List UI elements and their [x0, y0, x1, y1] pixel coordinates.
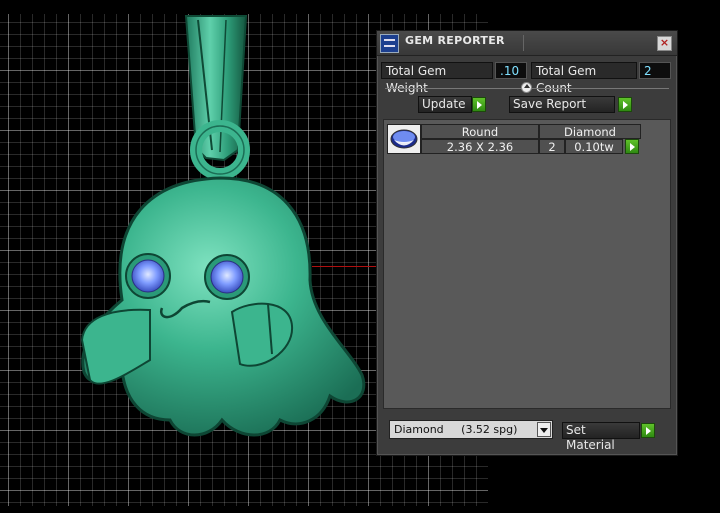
gem-reporter-panel: GEM REPORTER × Total Gem Weight .10 Tota… [376, 30, 678, 456]
chevron-down-icon[interactable] [537, 422, 551, 437]
total-gem-count-label: Total Gem Count [531, 62, 637, 95]
gem-count-cell: 2 [539, 139, 565, 154]
material-select-value: Diamond (3.52 spg) [394, 423, 518, 436]
material-select[interactable]: Diamond (3.52 spg) [389, 420, 553, 439]
set-material-button[interactable]: Set Material [562, 422, 640, 452]
gem-shape-cell: Round [421, 124, 539, 139]
save-report-button[interactable]: Save Report [509, 96, 615, 113]
gem-material-cell: Diamond [539, 124, 641, 139]
gem-size-cell: 2.36 X 2.36 [421, 139, 539, 154]
gem-reporter-icon [380, 34, 399, 53]
update-button[interactable]: Update [418, 96, 472, 113]
panel-slider-thumb[interactable] [521, 82, 532, 93]
round-gem-thumbnail-icon[interactable] [387, 124, 421, 154]
right-eye-gem [204, 254, 250, 300]
set-material-arrow-icon[interactable] [641, 423, 655, 438]
ghost-body [81, 176, 366, 437]
gem-row-arrow-icon[interactable] [625, 139, 639, 154]
gem-list: Round Diamond 2.36 X 2.36 2 0.10tw [383, 119, 671, 409]
total-gem-weight-value: .10 [495, 62, 527, 79]
panel-titlebar[interactable]: GEM REPORTER × [377, 31, 677, 56]
left-eye-gem [125, 253, 171, 299]
close-icon[interactable]: × [657, 36, 672, 51]
update-arrow-icon[interactable] [472, 97, 486, 112]
total-gem-weight-label: Total Gem Weight [381, 62, 493, 95]
total-gem-count-value: 2 [639, 62, 671, 79]
gem-weight-cell: 0.10tw [565, 139, 623, 154]
save-report-arrow-icon[interactable] [618, 97, 632, 112]
panel-title: GEM REPORTER [405, 34, 505, 47]
